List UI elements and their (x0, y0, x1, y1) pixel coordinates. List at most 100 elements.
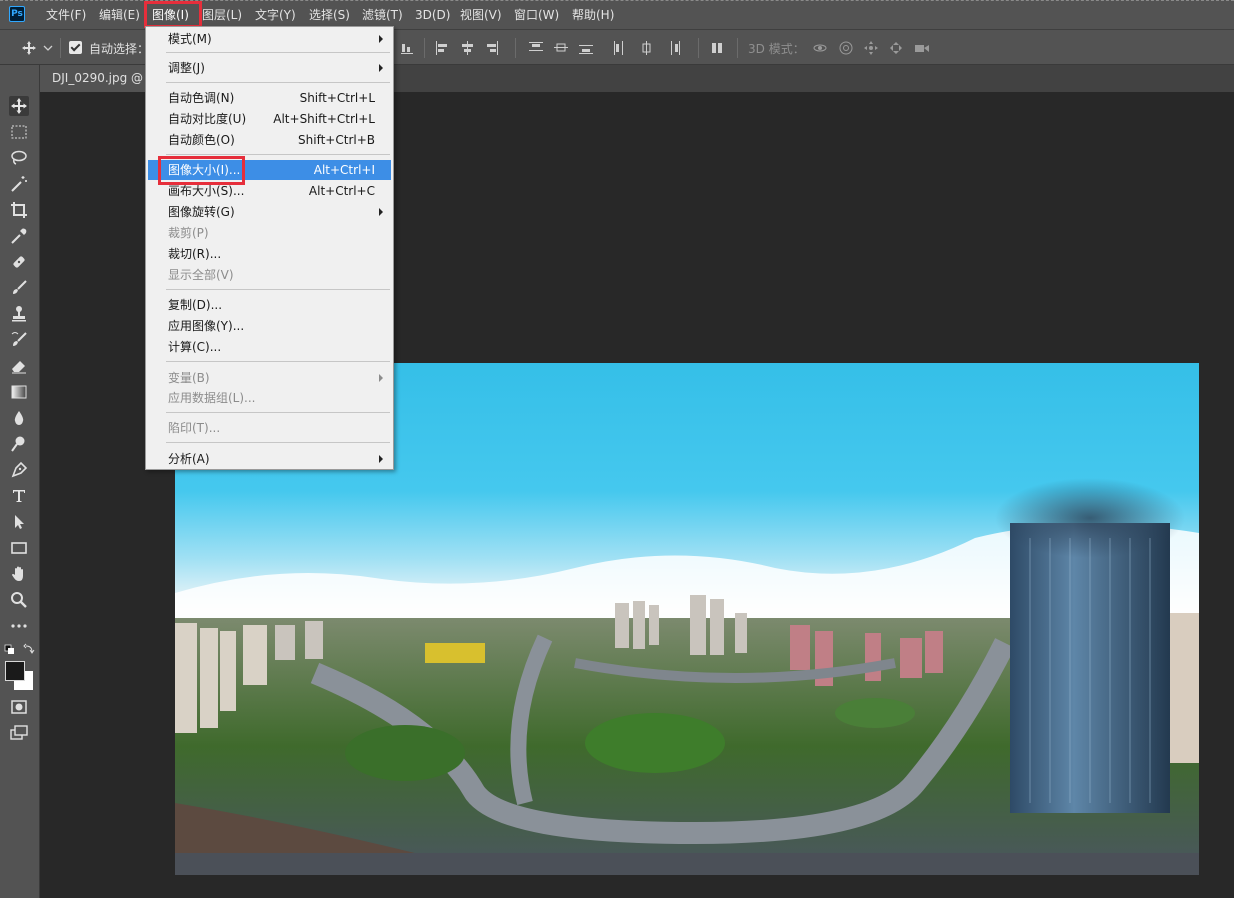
tool-screen-mode[interactable] (9, 723, 29, 743)
menu-help[interactable]: 帮助(H) (572, 6, 614, 24)
dodge-icon (11, 436, 25, 452)
menu-item-crop[interactable]: 裁剪(P) (148, 223, 391, 243)
menu-item-shortcut: Alt+Ctrl+I (313, 163, 375, 177)
menu-item-auto-color[interactable]: 自动颜色(O) Shift+Ctrl+B (148, 130, 391, 150)
pen-icon (11, 461, 28, 478)
divider (424, 38, 425, 58)
tool-more[interactable] (9, 616, 29, 636)
tool-pen[interactable] (9, 460, 29, 480)
menu-item-label: 计算(C)... (168, 340, 222, 354)
menu-item-duplicate[interactable]: 复制(D)... (148, 295, 391, 315)
distribute-hcenter-icon[interactable] (639, 40, 655, 56)
tool-path-selection[interactable] (9, 512, 29, 532)
document-tab[interactable]: DJI_0290.jpg @ 1 (40, 65, 150, 92)
tool-rectangle[interactable] (9, 538, 29, 558)
tool-hand[interactable] (9, 564, 29, 584)
tool-quick-mask[interactable] (9, 697, 29, 717)
menu-item-label: 图像旋转(G) (168, 205, 235, 219)
3d-roll-icon[interactable] (838, 40, 854, 56)
tool-brush[interactable] (9, 278, 29, 298)
move-tool-icon[interactable] (21, 40, 37, 56)
submenu-arrow-icon (379, 455, 383, 463)
auto-select-checkbox[interactable] (69, 41, 82, 54)
menu-item-apply-image[interactable]: 应用图像(Y)... (148, 316, 391, 336)
menu-view[interactable]: 视图(V) (460, 6, 502, 24)
tool-type[interactable] (9, 486, 29, 506)
menu-select[interactable]: 选择(S) (309, 6, 350, 24)
menu-filter[interactable]: 滤镜(T) (362, 6, 403, 24)
submenu-arrow-icon (379, 64, 383, 72)
tool-healing-brush[interactable] (9, 252, 29, 272)
menu-file[interactable]: 文件(F) (46, 6, 86, 24)
distribute-left-icon[interactable] (612, 40, 628, 56)
tool-dodge[interactable] (9, 434, 29, 454)
3d-slide-icon[interactable] (888, 40, 904, 56)
menu-item-canvas-size[interactable]: 画布大小(S)... Alt+Ctrl+C (148, 181, 391, 201)
menu-item-auto-contrast[interactable]: 自动对比度(U) Alt+Shift+Ctrl+L (148, 109, 391, 129)
tool-eyedropper[interactable] (9, 226, 29, 246)
healing-brush-icon (13, 256, 25, 268)
color-swap-controls[interactable] (4, 643, 36, 657)
quick-mask-icon (11, 700, 27, 714)
menu-item-label: 复制(D)... (168, 298, 223, 312)
menu-item-label: 画布大小(S)... (168, 184, 245, 198)
menu-bar: Ps 文件(F) 编辑(E) 图像(I) 图层(L) 文字(Y) 选择(S) 滤… (0, 0, 1234, 29)
type-icon (13, 490, 25, 502)
foreground-color-swatch[interactable] (5, 661, 25, 681)
divider (515, 38, 516, 58)
tool-blur[interactable] (9, 408, 29, 428)
distribute-vcenter-icon[interactable] (553, 40, 569, 56)
menu-item-auto-tone[interactable]: 自动色调(N) Shift+Ctrl+L (148, 88, 391, 108)
menu-image[interactable]: 图像(I) (152, 6, 189, 24)
tool-move[interactable] (9, 96, 29, 116)
menu-type[interactable]: 文字(Y) (255, 6, 296, 24)
auto-align-layers-icon[interactable] (709, 40, 725, 56)
3d-orbit-icon[interactable] (812, 40, 828, 56)
menu-item-shortcut: Shift+Ctrl+B (298, 133, 375, 147)
menu-item-variables[interactable]: 变量(B) (148, 368, 391, 388)
menu-item-analysis[interactable]: 分析(A) (148, 449, 391, 469)
align-left-icon[interactable] (434, 40, 450, 56)
menu-divider (166, 154, 390, 155)
submenu-arrow-icon (379, 208, 383, 216)
menu-item-adjustments[interactable]: 调整(J) (148, 58, 391, 78)
align-right-icon[interactable] (484, 40, 500, 56)
eyedropper-icon (11, 228, 27, 244)
tool-marquee[interactable] (9, 122, 29, 142)
menu-item-image-size[interactable]: 图像大小(I)... Alt+Ctrl+I (148, 160, 391, 180)
menu-item-apply-data-set[interactable]: 应用数据组(L)... (148, 388, 391, 408)
tool-zoom[interactable] (9, 590, 29, 610)
tool-gradient[interactable] (9, 382, 29, 402)
menu-edit[interactable]: 编辑(E) (99, 6, 140, 24)
menu-3d[interactable]: 3D(D) (415, 6, 450, 24)
menu-item-label: 自动颜色(O) (168, 133, 235, 147)
distribute-top-icon[interactable] (528, 40, 544, 56)
menu-layer[interactable]: 图层(L) (202, 6, 242, 24)
tool-magic-wand[interactable] (9, 174, 29, 194)
tool-lasso[interactable] (9, 148, 29, 168)
tool-history-brush[interactable] (9, 330, 29, 350)
menu-item-label: 调整(J) (168, 61, 205, 75)
menu-window[interactable]: 窗口(W) (514, 6, 559, 24)
3d-camera-icon[interactable] (914, 40, 930, 56)
chevron-down-icon[interactable] (43, 40, 53, 56)
align-bottom-icon[interactable] (400, 40, 416, 56)
distribute-right-icon[interactable] (666, 40, 682, 56)
menu-item-trim[interactable]: 裁切(R)... (148, 244, 391, 264)
menu-item-calculations[interactable]: 计算(C)... (148, 337, 391, 357)
menu-item-reveal-all[interactable]: 显示全部(V) (148, 265, 391, 285)
tool-crop[interactable] (9, 200, 29, 220)
tool-clone-stamp[interactable] (9, 304, 29, 324)
menu-item-image-rotation[interactable]: 图像旋转(G) (148, 202, 391, 222)
3d-pan-icon[interactable] (863, 40, 879, 56)
align-center-icon[interactable] (459, 40, 475, 56)
tool-eraser[interactable] (9, 356, 29, 376)
divider (60, 38, 61, 58)
menu-divider (166, 289, 390, 290)
menu-item-mode[interactable]: 模式(M) (148, 29, 391, 49)
distribute-bottom-icon[interactable] (578, 40, 594, 56)
gradient-icon (11, 385, 27, 399)
menu-item-trap[interactable]: 陷印(T)... (148, 418, 391, 438)
tools-panel (0, 65, 40, 898)
menu-item-label: 裁剪(P) (168, 226, 209, 240)
